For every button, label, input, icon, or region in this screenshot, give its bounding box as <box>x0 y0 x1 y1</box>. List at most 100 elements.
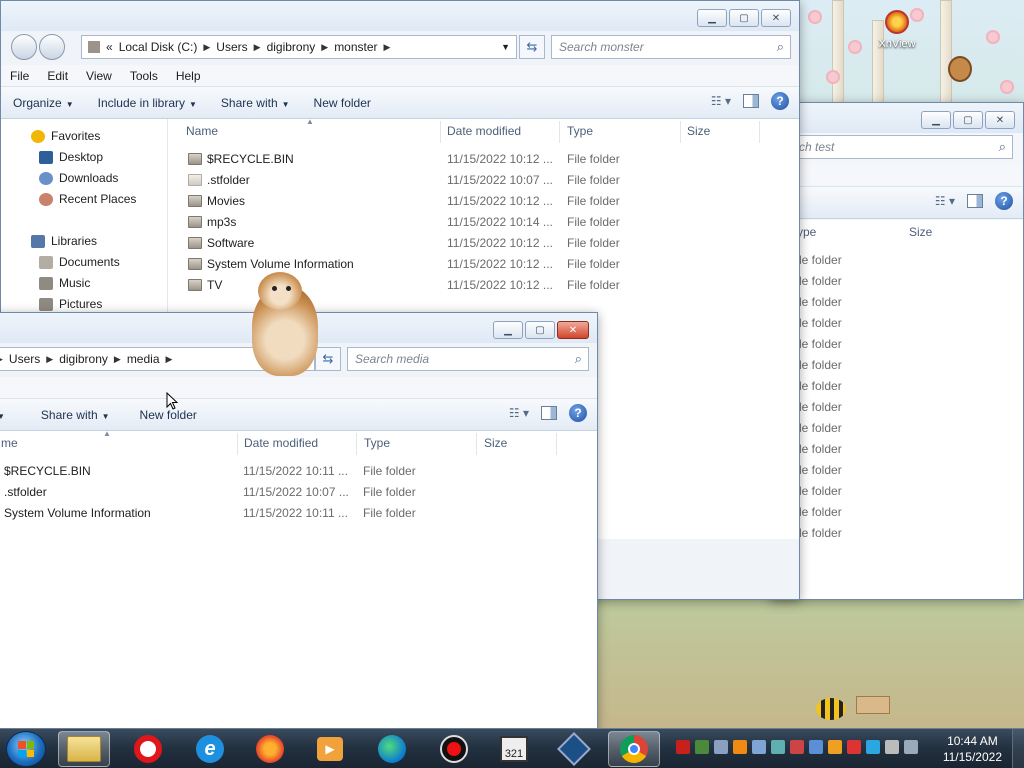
menu-file[interactable]: File <box>1 69 38 83</box>
new-folder-button[interactable]: New folder <box>302 96 383 110</box>
chevron-right-icon[interactable]: ▶ <box>384 42 391 53</box>
table-row[interactable]: le folder <box>771 376 1023 397</box>
column-divider[interactable] <box>356 433 357 455</box>
back-button[interactable] <box>11 34 37 60</box>
column-header-name[interactable]: me <box>1 431 18 455</box>
nav-recent-places[interactable]: Recent Places <box>39 192 136 206</box>
column-divider[interactable] <box>559 121 560 143</box>
close-button[interactable]: ✕ <box>985 111 1015 129</box>
column-header-type[interactable]: Type <box>567 119 593 143</box>
organize-button[interactable]: Organize ▼ <box>1 96 86 110</box>
preview-pane-icon[interactable] <box>967 194 983 208</box>
maximize-button[interactable]: ▢ <box>525 321 555 339</box>
chevron-right-icon[interactable]: ▶ <box>46 354 53 365</box>
table-row[interactable]: .stfolder 11/15/2022 10:07 ... File folder <box>0 482 597 503</box>
help-icon[interactable]: ? <box>995 192 1013 210</box>
column-divider[interactable] <box>680 121 681 143</box>
help-icon[interactable]: ? <box>771 92 789 110</box>
taskbar-internet-explorer[interactable]: e <box>184 731 236 767</box>
explorer-window-test[interactable]: ▁ ▢ ✕ rch test ⌕ ☷ ▾ ? ype Size le folde… <box>770 102 1024 600</box>
breadcrumb-item[interactable]: digibrony <box>59 352 108 366</box>
share-with-button[interactable]: Share with ▼ <box>209 96 302 110</box>
breadcrumb-item[interactable]: Users <box>216 40 247 54</box>
chevron-right-icon[interactable]: ▶ <box>166 354 173 365</box>
views-icon[interactable]: ☷ ▾ <box>935 194 955 208</box>
include-in-library-button[interactable]: Include in library ▼ <box>86 96 209 110</box>
table-row[interactable]: le folder <box>771 271 1023 292</box>
vlc-icon[interactable] <box>733 740 747 754</box>
views-icon[interactable]: ☷ ▾ <box>509 406 529 420</box>
taskbar-clapper[interactable]: 321 <box>488 731 540 767</box>
start-button[interactable] <box>6 731 46 767</box>
minimize-button[interactable]: ▁ <box>697 9 727 27</box>
views-icon[interactable]: ☷ ▾ <box>711 94 731 108</box>
table-row[interactable]: le folder <box>771 355 1023 376</box>
monitor-icon[interactable] <box>866 740 880 754</box>
nav-libraries[interactable]: Libraries <box>31 234 97 248</box>
table-row[interactable]: le folder <box>771 481 1023 502</box>
taskbar-firefox[interactable] <box>244 731 296 767</box>
maximize-button[interactable]: ▢ <box>953 111 983 129</box>
taskbar-edge[interactable] <box>366 731 418 767</box>
flag-icon[interactable] <box>847 740 861 754</box>
column-divider[interactable] <box>759 121 760 143</box>
taskbar-virtualbox[interactable] <box>548 731 600 767</box>
table-row[interactable]: le folder <box>771 334 1023 355</box>
volume-icon[interactable] <box>904 740 918 754</box>
table-row[interactable]: .stfolder 11/15/2022 10:07 ... File folder <box>168 170 799 191</box>
column-header-date[interactable]: Date modified <box>447 119 521 143</box>
close-button[interactable]: ✕ <box>761 9 791 27</box>
search-icon[interactable] <box>828 740 842 754</box>
taskbar-obs[interactable] <box>428 731 480 767</box>
chevron-right-icon[interactable]: ▶ <box>0 354 3 365</box>
column-header-size[interactable]: Size <box>687 119 710 143</box>
refresh-button[interactable]: ⇆ <box>519 35 545 59</box>
show-desktop-button[interactable] <box>1012 729 1024 768</box>
column-header-type[interactable]: Type <box>364 431 390 455</box>
tray-app-icon[interactable] <box>809 740 823 754</box>
nav-favorites[interactable]: Favorites <box>31 129 100 143</box>
menu-view[interactable]: View <box>77 69 121 83</box>
table-row[interactable]: le folder <box>771 250 1023 271</box>
table-row[interactable]: le folder <box>771 313 1023 334</box>
menu-tools[interactable]: Tools <box>121 69 167 83</box>
clock[interactable]: 10:44 AM 11/15/2022 <box>943 733 1002 765</box>
nav-pictures[interactable]: Pictures <box>39 297 102 311</box>
taskbar-opera[interactable] <box>122 731 174 767</box>
nav-documents[interactable]: Documents <box>39 255 120 269</box>
table-row[interactable]: le folder <box>771 439 1023 460</box>
menu-help[interactable]: Help <box>167 69 210 83</box>
table-row[interactable]: le folder <box>771 460 1023 481</box>
hamster-desktop-pet[interactable] <box>246 268 324 378</box>
column-divider[interactable] <box>237 433 238 455</box>
breadcrumb-item[interactable]: monster <box>334 40 377 54</box>
menu-edit[interactable]: Edit <box>38 69 77 83</box>
address-bar[interactable]: « Local Disk (C:) ▶ Users ▶ digibrony ▶ mon… <box>81 35 517 59</box>
breadcrumb-item[interactable]: Users <box>9 352 40 366</box>
chevron-right-icon[interactable]: ▶ <box>114 354 121 365</box>
breadcrumb-item[interactable]: Local Disk (C:) <box>119 40 198 54</box>
nav-music[interactable]: Music <box>39 276 90 290</box>
column-header-size[interactable]: Size <box>909 220 932 244</box>
chevron-right-icon[interactable]: ▶ <box>203 42 210 53</box>
tray-app-icon[interactable] <box>790 740 804 754</box>
network-icon[interactable] <box>885 740 899 754</box>
column-divider[interactable] <box>476 433 477 455</box>
breadcrumb-overflow[interactable]: « <box>106 40 113 54</box>
table-row[interactable]: le folder <box>771 418 1023 439</box>
taskbar-chrome[interactable] <box>608 731 660 767</box>
maximize-button[interactable]: ▢ <box>729 9 759 27</box>
table-row[interactable]: Software 11/15/2022 10:12 ... File folder <box>168 233 799 254</box>
column-divider[interactable] <box>556 433 557 455</box>
preview-pane-icon[interactable] <box>743 94 759 108</box>
column-divider[interactable] <box>440 121 441 143</box>
search-input[interactable]: rch test ⌕ <box>787 135 1013 159</box>
minimize-button[interactable]: ▁ <box>921 111 951 129</box>
help-icon[interactable]: ? <box>569 404 587 422</box>
table-row[interactable]: Movies 11/15/2022 10:12 ... File folder <box>168 191 799 212</box>
taskbar-explorer[interactable] <box>58 731 110 767</box>
chevron-right-icon[interactable]: ▶ <box>254 42 261 53</box>
column-header-date[interactable]: Date modified <box>244 431 318 455</box>
search-input[interactable]: Search media ⌕ <box>347 347 589 371</box>
nav-downloads[interactable]: Downloads <box>39 171 118 185</box>
